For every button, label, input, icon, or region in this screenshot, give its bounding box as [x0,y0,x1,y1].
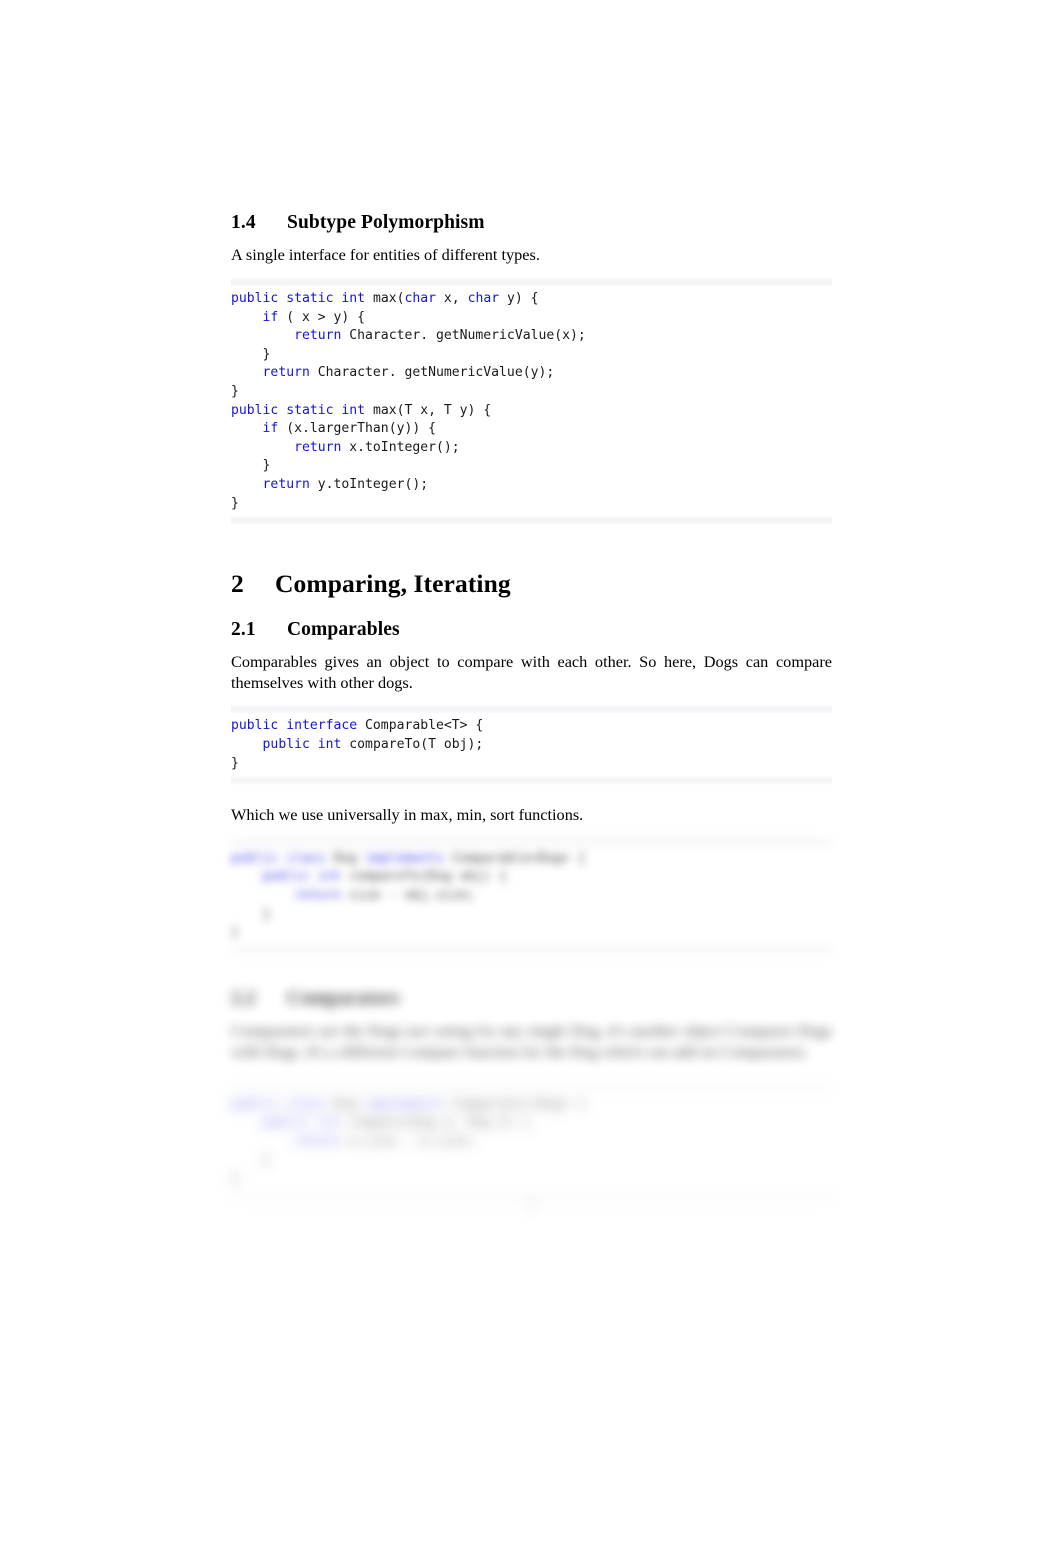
listing-rule-top [231,1082,832,1092]
listing-rule-top [231,277,832,287]
code-line: return x.toInteger(); [294,439,460,455]
heading-title: Subtype Polymorphism [287,212,485,233]
code-line: return Character. getNumericValue(x); [294,328,586,344]
code-line: } [231,458,271,474]
code-line: public static int max(T x, T y) { [231,402,492,418]
listing-rule-bottom [231,516,832,526]
code-line: } [231,1152,271,1168]
code-block-max-overloads: public static int max(char x, char y) { … [231,277,832,526]
code-line: return a.size - b.size; [294,1133,476,1149]
code-line: } [231,346,271,362]
code-line: return y.toInteger(); [262,477,429,493]
code-line: } [231,495,239,511]
code-line: } [231,925,239,941]
heading-comparables: 2.1 Comparables [231,619,832,641]
code-line: } [231,1170,239,1186]
listing-rule-bottom [231,776,832,786]
heading-number: 2.1 [231,618,256,640]
code-line: return Character. getNumericValue(y); [262,365,555,381]
heading-title: Comparables [287,618,400,640]
heading-title: Comparing, Iterating [275,569,511,599]
code-block-comparable-interface: public interface Comparable<T> { public … [231,704,832,786]
listing-rule-bottom [231,945,832,955]
page-number: 6 [526,1196,536,1215]
heading-number: 2.2 [231,987,256,1009]
code-line: public static int max(char x, char y) { [231,291,539,307]
code-line: } [231,906,271,922]
heading-title: Comparators [287,987,400,1009]
code-line: } [231,755,239,771]
code-line: public class Dog implements Comparator<D… [231,1096,586,1112]
code-line: public int compare(Dog a, Dog b) { [262,1115,531,1131]
code-line: if (x.largerThan(y)) { [262,421,436,437]
code-text: public static int max(char x, char y) { … [231,286,832,516]
code-text: public class Dog implements Comparable<D… [231,846,832,946]
heading-number: 2 [231,569,244,599]
code-text: public class Dog implements Comparator<D… [231,1092,832,1192]
listing-rule-top [231,836,832,846]
code-line: if ( x > y) { [262,309,366,325]
code-text: public interface Comparable<T> { public … [231,713,832,776]
code-line: public class Dog implements Comparable<D… [231,850,586,866]
heading-number: 1.4 [231,212,256,233]
document-page: 1.4 Subtype Polymorphism A single interfa… [0,0,1062,1556]
code-line: public int compareTo(Dog obj) { [262,869,507,885]
heading-comparators: 2.2 Comparators [231,988,832,1010]
paragraph-comparators: Comparators are the Dogs not caring for … [231,1021,832,1061]
paragraph-subtype-polymorphism: A single interface for entities of diffe… [231,245,540,265]
heading-comparing-iterating: 2 Comparing, Iterating [231,569,832,598]
code-line: public interface Comparable<T> { [231,718,484,734]
paragraph-comparables: Comparables gives an object to compare w… [231,651,832,692]
code-block-comparable-dog-2: public class Dog implements Comparator<D… [231,1082,832,1201]
page-content: 1.4 Subtype Polymorphism A single interfa… [231,212,832,1201]
code-line: return size - obj.size; [294,888,476,903]
paragraph-comparables-after: Which we use universally in max, min, so… [231,805,584,825]
code-block-comparable-dog-1: public class Dog implements Comparable<D… [231,836,832,955]
code-line: public int compareTo(T obj); [262,736,484,752]
heading-subtype-polymorphism: 1.4 Subtype Polymorphism [231,212,832,234]
listing-rule-top [231,704,832,714]
code-line: } [231,384,239,400]
